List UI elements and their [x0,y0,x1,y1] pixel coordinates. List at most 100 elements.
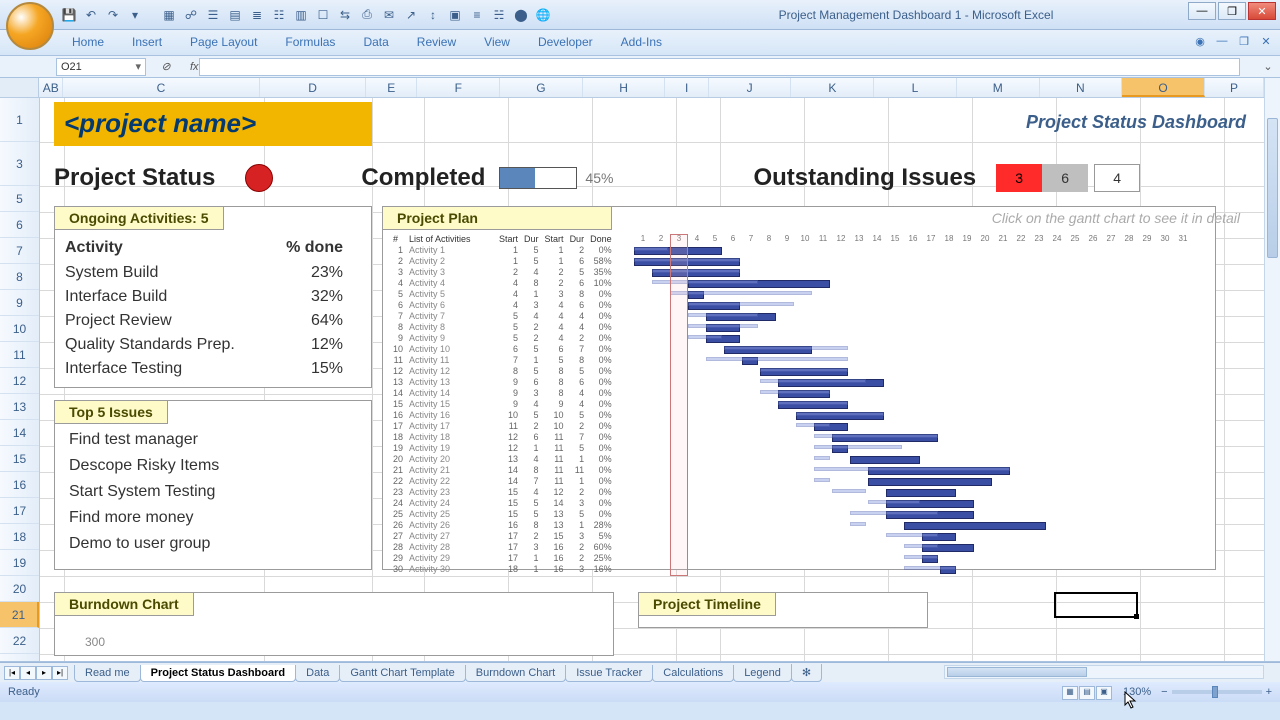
sheet-tab[interactable]: Project Status Dashboard [140,665,296,682]
close-button[interactable]: ✕ [1248,2,1276,20]
ribbon-minimize-icon[interactable]: — [1214,33,1230,49]
undo-icon[interactable]: ↶ [82,6,100,24]
sheet-tab[interactable]: Legend [733,665,792,682]
qa-shortcut-icon[interactable]: ☐ [314,6,332,24]
column-header[interactable]: I [665,78,708,97]
sheet-tab[interactable]: Gantt Chart Template [339,665,465,682]
minimize-button[interactable]: — [1188,2,1216,20]
fill-handle[interactable] [1134,614,1139,619]
row-header[interactable]: 6 [0,212,39,238]
column-header[interactable]: H [583,78,666,97]
qa-shortcut-icon[interactable]: ≡ [468,6,486,24]
tab-nav-prev-icon[interactable]: ◂ [20,666,36,680]
row-header[interactable]: 12 [0,368,39,394]
view-pagebreak-icon[interactable]: ▣ [1096,686,1112,700]
qa-shortcut-icon[interactable]: ⬤ [512,6,530,24]
row-header[interactable]: 20 [0,576,39,602]
zoom-level[interactable]: 130% [1123,686,1151,698]
sheet-tab[interactable]: Data [295,665,340,682]
ribbon-tab-developer[interactable]: Developer [524,30,607,55]
formula-bar-expand-icon[interactable]: ⌄ [1260,60,1276,73]
qa-shortcut-icon[interactable]: ⇆ [336,6,354,24]
tab-nav-first-icon[interactable]: |◂ [4,666,20,680]
row-header[interactable]: 10 [0,316,39,342]
qa-shortcut-icon[interactable]: ⎙ [358,6,376,24]
ribbon-tab-review[interactable]: Review [403,30,470,55]
grid[interactable]: <project name> Project Status Dashboard … [40,98,1264,661]
qa-shortcut-icon[interactable]: ▣ [446,6,464,24]
qa-shortcut-icon[interactable]: ☵ [490,6,508,24]
qa-shortcut-icon[interactable]: ▦ [160,6,178,24]
tab-nav-last-icon[interactable]: ▸| [52,666,68,680]
zoom-slider[interactable]: − + [1161,686,1272,698]
column-header[interactable]: P [1205,78,1264,97]
row-header[interactable]: 11 [0,342,39,368]
row-header[interactable]: 15 [0,446,39,472]
sheet-tab[interactable]: Burndown Chart [465,665,567,682]
column-header[interactable]: D [260,78,366,97]
column-header[interactable]: AB [39,78,63,97]
qa-shortcut-icon[interactable]: ↕ [424,6,442,24]
qa-shortcut-icon[interactable]: ☷ [270,6,288,24]
view-normal-icon[interactable]: ▦ [1062,686,1078,700]
sheet-tab[interactable]: Read me [74,665,141,682]
row-header[interactable]: 18 [0,524,39,550]
scrollbar-thumb[interactable] [1267,118,1278,258]
ribbon-tab-insert[interactable]: Insert [118,30,176,55]
qa-more-icon[interactable]: ▾ [126,6,144,24]
insert-function-icon[interactable]: ⊘ [146,60,186,73]
help-icon[interactable]: ◉ [1192,33,1208,49]
save-icon[interactable]: 💾 [60,6,78,24]
sheet-tab[interactable]: Issue Tracker [565,665,653,682]
horizontal-scrollbar[interactable] [944,665,1264,679]
column-header[interactable]: L [874,78,957,97]
row-header[interactable]: 3 [0,142,39,186]
row-header[interactable]: 7 [0,238,39,264]
row-header[interactable]: 9 [0,290,39,316]
column-header[interactable]: F [417,78,500,97]
view-layout-icon[interactable]: ▤ [1079,686,1095,700]
name-box[interactable]: O21 ▾ [56,58,146,76]
column-header[interactable]: G [500,78,583,97]
row-header[interactable]: 17 [0,498,39,524]
row-header[interactable]: 14 [0,420,39,446]
scrollbar-thumb[interactable] [947,667,1087,677]
zoom-out-icon[interactable]: − [1161,686,1167,698]
name-box-dropdown-icon[interactable]: ▾ [135,60,141,73]
qa-shortcut-icon[interactable]: ▥ [292,6,310,24]
tab-nav-next-icon[interactable]: ▸ [36,666,52,680]
column-header[interactable]: E [366,78,417,97]
maximize-button[interactable]: ❐ [1218,2,1246,20]
redo-icon[interactable]: ↷ [104,6,122,24]
column-header[interactable]: N [1040,78,1123,97]
row-header[interactable]: 21 [0,602,39,628]
qa-shortcut-icon[interactable]: ↗ [402,6,420,24]
ribbon-restore-icon[interactable]: ❐ [1236,33,1252,49]
column-header[interactable]: M [957,78,1040,97]
qa-shortcut-icon[interactable]: ≣ [248,6,266,24]
ribbon-tab-view[interactable]: View [470,30,524,55]
row-header[interactable]: 5 [0,186,39,212]
ribbon-tab-formulas[interactable]: Formulas [271,30,349,55]
sheet-tab[interactable]: Calculations [652,665,734,682]
ribbon-close-icon[interactable]: ✕ [1258,33,1274,49]
zoom-in-icon[interactable]: + [1266,686,1272,698]
row-header[interactable]: 1 [0,98,39,142]
row-header[interactable]: 22 [0,628,39,654]
qa-shortcut-icon[interactable]: ☰ [204,6,222,24]
select-all-corner[interactable] [0,78,39,97]
vertical-scrollbar[interactable] [1264,78,1280,661]
column-header[interactable]: K [791,78,874,97]
qa-shortcut-icon[interactable]: ☍ [182,6,200,24]
row-header[interactable]: 19 [0,550,39,576]
ribbon-tab-data[interactable]: Data [349,30,402,55]
office-button[interactable] [6,2,54,50]
row-header[interactable]: 8 [0,264,39,290]
qa-shortcut-icon[interactable]: ▤ [226,6,244,24]
ribbon-tab-home[interactable]: Home [58,30,118,55]
column-header[interactable]: J [709,78,792,97]
ribbon-tab-add-ins[interactable]: Add-Ins [607,30,676,55]
gantt-chart[interactable]: #List of ActivitiesStartDurStartDurDone1… [390,234,1208,566]
row-header[interactable]: 16 [0,472,39,498]
formula-input[interactable] [199,58,1240,76]
